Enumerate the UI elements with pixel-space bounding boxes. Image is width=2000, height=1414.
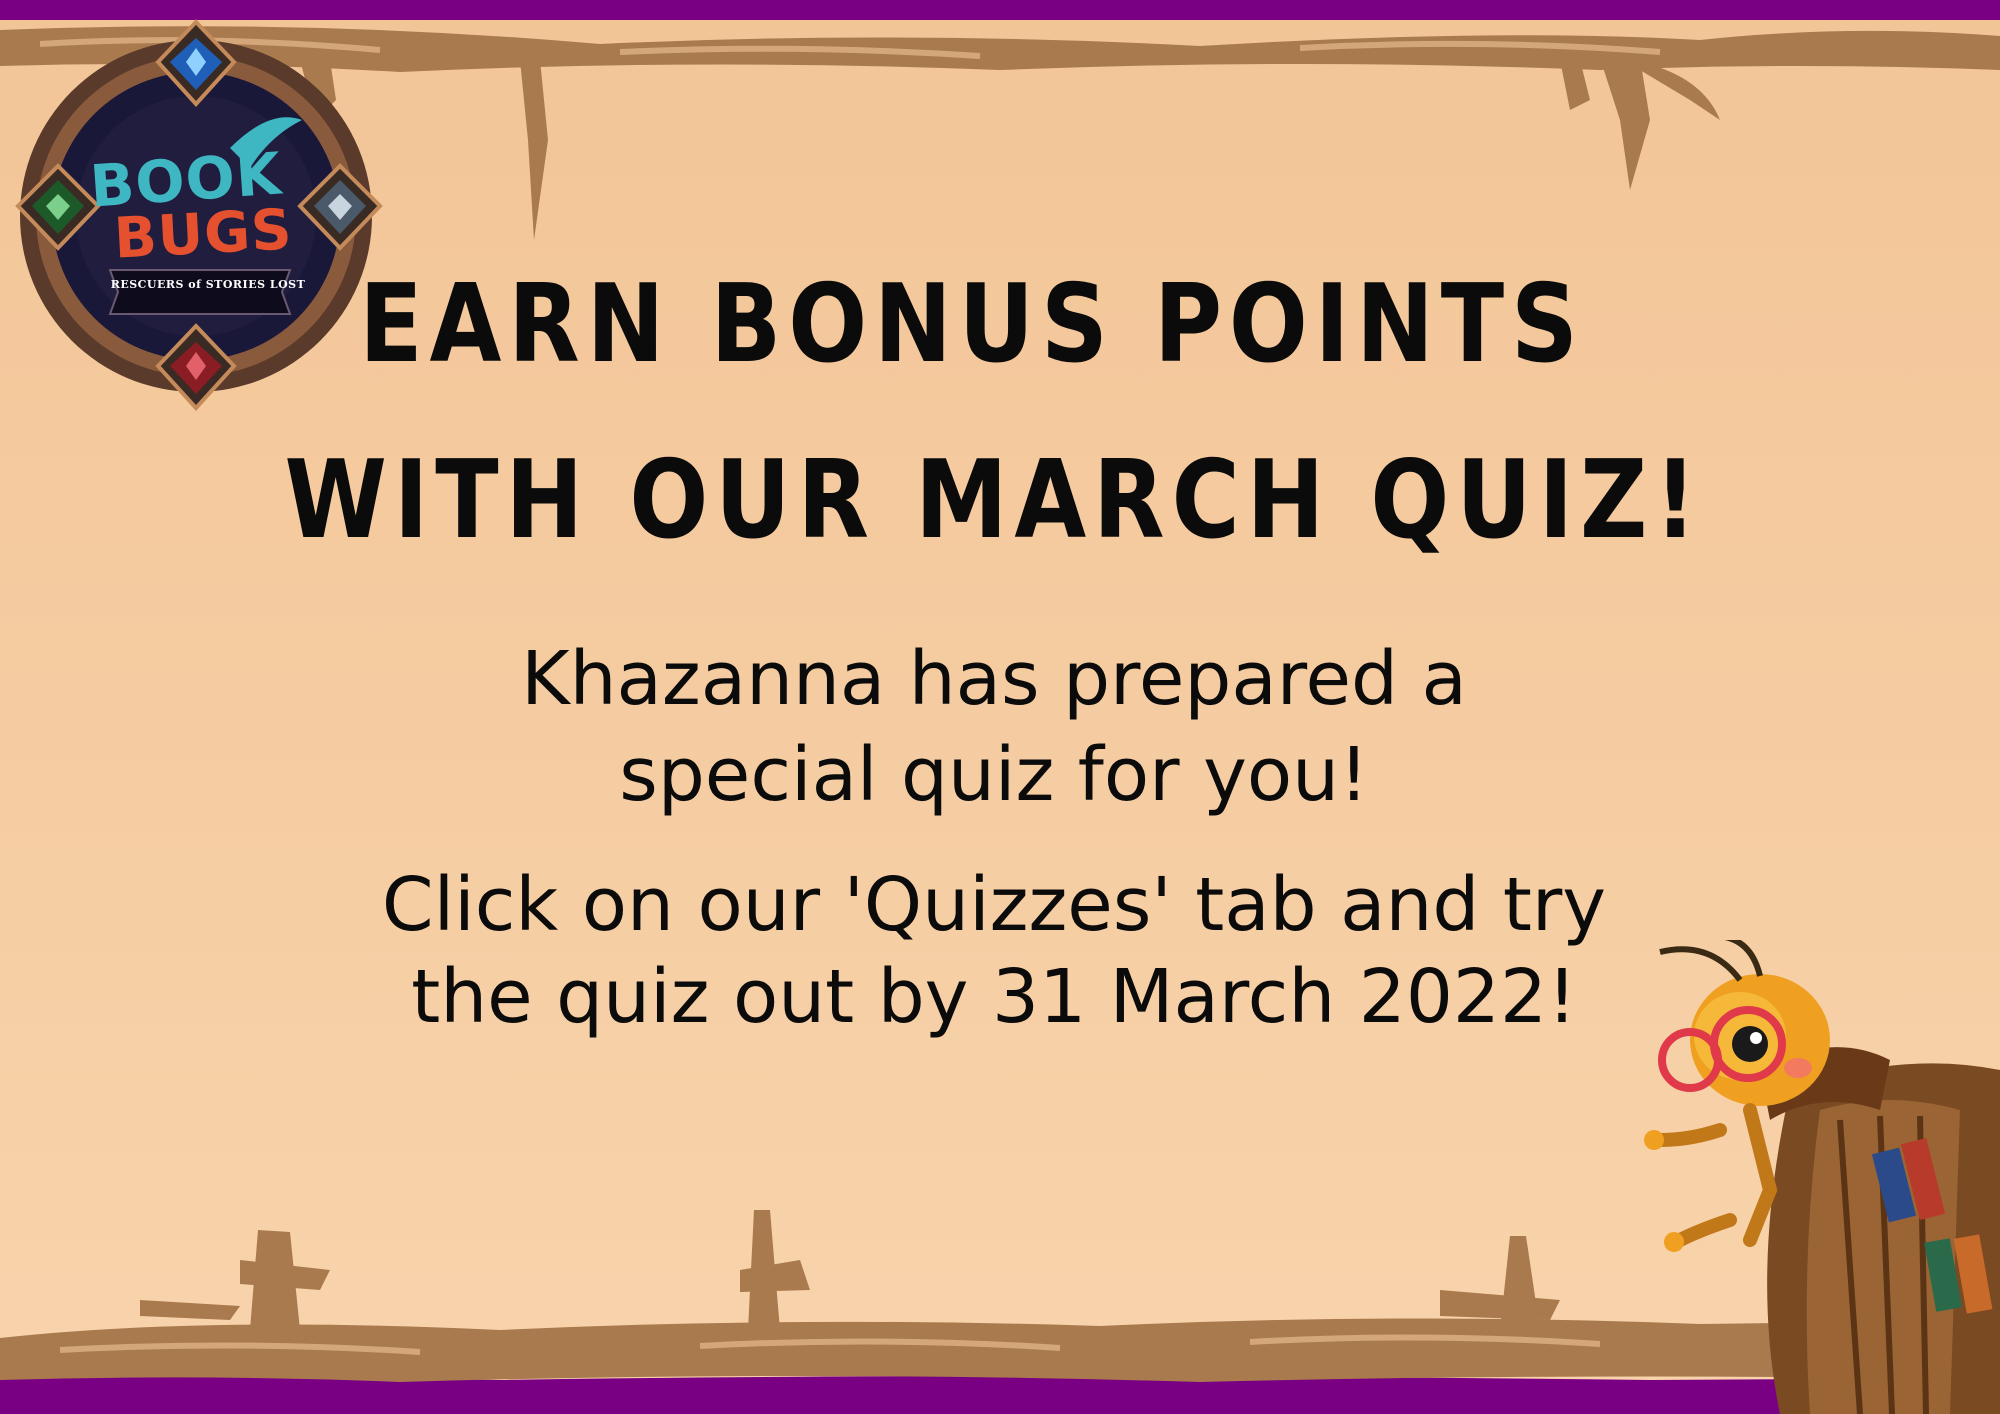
headline-line-1: EARN BONUS POINTS <box>359 262 1585 387</box>
quiz-poster: BOOK BUGS RESCUERS of STORIES LOST EARN … <box>0 0 2000 1414</box>
body-paragraph-1-line-1: Khazanna has prepared a <box>521 636 1467 722</box>
logo-bugs-text: BUGS <box>112 197 295 272</box>
bookworm-bug-mascot-icon <box>1644 940 2000 1414</box>
body-paragraph-2-line-1: Click on our 'Quizzes' tab and try <box>381 862 1607 948</box>
body-paragraph-1-line-2: special quiz for you! <box>619 732 1369 818</box>
headline-line-2: WITH OUR MARCH QUIZ! <box>284 438 1704 563</box>
